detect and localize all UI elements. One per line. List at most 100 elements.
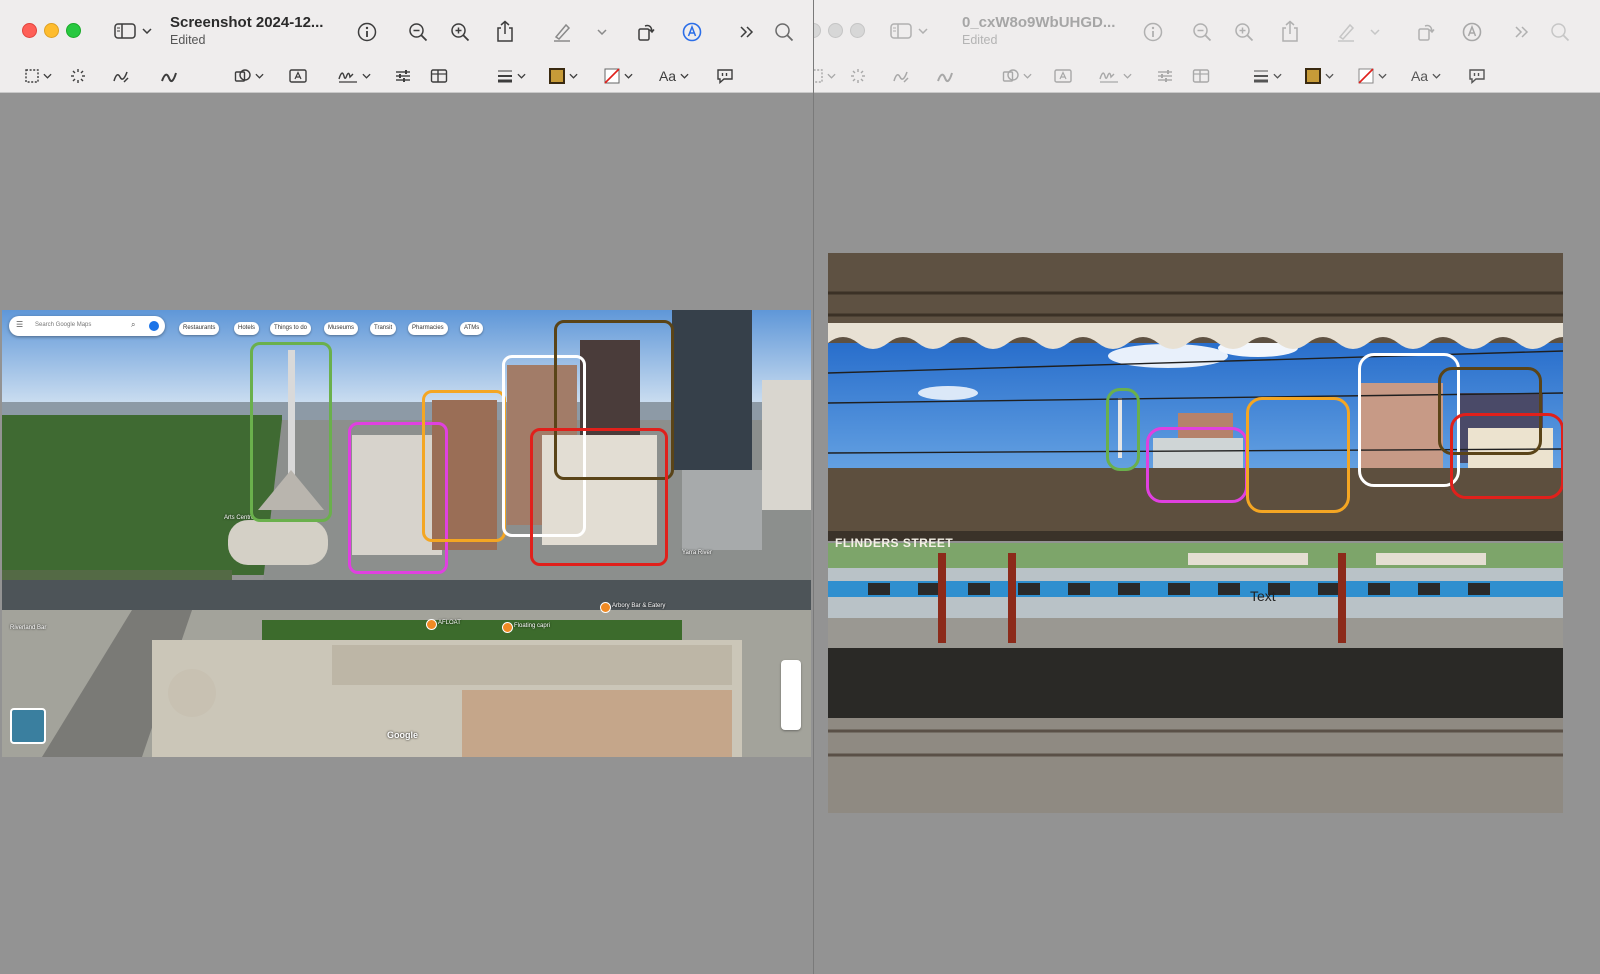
sketch-icon: [112, 68, 130, 84]
document-canvas: FLINDERS STREET Text: [814, 93, 1600, 974]
place-label: Floating capri: [514, 623, 551, 629]
zoom-in-button[interactable]: [1232, 20, 1256, 44]
sign-tool[interactable]: [335, 66, 373, 86]
adjust-color-tool[interactable]: [392, 66, 414, 86]
page-layout-tool[interactable]: [1190, 66, 1212, 86]
text-box-icon: [289, 68, 307, 84]
instant-alpha-tool[interactable]: [68, 66, 88, 86]
sidebar-toggle-button[interactable]: [886, 20, 932, 42]
highlight-button[interactable]: [1334, 20, 1358, 44]
markup-toolbar: Aa: [0, 66, 813, 86]
zoom-in-button[interactable]: [448, 20, 472, 44]
place-pin-icon[interactable]: [600, 602, 611, 613]
close-button[interactable]: [22, 23, 37, 38]
chip-hotels[interactable]: Hotels: [234, 322, 260, 335]
search-icon: [1550, 22, 1570, 42]
place-label: AFLOAT: [438, 620, 461, 626]
annotation-box-magenta[interactable]: [1146, 427, 1248, 503]
annotation-box-green[interactable]: [250, 342, 332, 522]
maps-search-placeholder: Search Google Maps: [35, 322, 92, 328]
shapes-tool[interactable]: [1000, 66, 1034, 86]
draw-tool[interactable]: [934, 66, 956, 86]
chip-atms[interactable]: ATMs: [460, 322, 484, 335]
preview-window-left: Screenshot 2024-12... Edited Aa ☰ Search…: [0, 0, 814, 974]
annotation-box-green[interactable]: [1106, 388, 1140, 471]
map-controls[interactable]: [781, 660, 801, 730]
highlight-menu-button[interactable]: [1369, 27, 1381, 37]
markup-button[interactable]: [1460, 20, 1484, 44]
zoom-button[interactable]: [850, 23, 865, 38]
titlebar: 0_cxW8o9WbUHGD... Edited Aa: [814, 0, 1600, 93]
sketch-tool[interactable]: [890, 66, 912, 86]
selection-icon: [814, 68, 824, 84]
shapes-tool[interactable]: [232, 66, 266, 86]
more-button[interactable]: [737, 22, 757, 42]
chevron-down-icon: [1378, 73, 1387, 79]
text-box-tool[interactable]: [287, 66, 309, 86]
annotation-box-orange[interactable]: [1246, 397, 1350, 513]
sign-tool[interactable]: [1096, 66, 1134, 86]
chevron-down-icon: [517, 73, 526, 79]
line-style-tool[interactable]: [494, 66, 528, 86]
border-color-tool[interactable]: [546, 66, 580, 86]
layers-button[interactable]: [10, 708, 46, 744]
line-style-icon: [496, 68, 514, 84]
zoom-out-button[interactable]: [406, 20, 430, 44]
zoom-button[interactable]: [66, 23, 81, 38]
info-button[interactable]: [355, 20, 379, 44]
search-button[interactable]: [1548, 20, 1572, 44]
fill-color-tool[interactable]: [600, 66, 636, 86]
place-pin-icon[interactable]: [502, 622, 513, 633]
markup-button[interactable]: [680, 20, 704, 44]
info-button[interactable]: [1141, 20, 1165, 44]
maps-search-box[interactable]: ☰ Search Google Maps ⌕: [9, 316, 165, 336]
adjust-color-icon: [1156, 68, 1174, 84]
line-style-tool[interactable]: [1250, 66, 1284, 86]
page-layout-tool[interactable]: [428, 66, 450, 86]
highlight-menu-button[interactable]: [596, 27, 608, 37]
chip-things-to-do[interactable]: Things to do: [270, 322, 312, 335]
annotation-box-orange[interactable]: [422, 390, 506, 542]
text-annotation[interactable]: Text: [1250, 588, 1276, 604]
annotation-box-red[interactable]: [1450, 413, 1563, 499]
chip-transit[interactable]: Transit: [370, 322, 397, 335]
chip-museums[interactable]: Museums: [324, 322, 359, 335]
note-tool[interactable]: [1466, 66, 1488, 86]
border-color-tool[interactable]: [1302, 66, 1336, 86]
place-pin-icon[interactable]: [426, 619, 437, 630]
zoom-out-button[interactable]: [1190, 20, 1214, 44]
rotate-icon: [1416, 22, 1436, 42]
fill-color-tool[interactable]: [1354, 66, 1390, 86]
window-subtitle: Edited: [170, 33, 206, 47]
adjust-color-tool[interactable]: [1154, 66, 1176, 86]
rotate-button[interactable]: [1414, 20, 1438, 44]
text-box-tool[interactable]: [1052, 66, 1074, 86]
minimize-button[interactable]: [828, 23, 843, 38]
instant-alpha-tool[interactable]: [848, 66, 868, 86]
search-button[interactable]: [772, 20, 796, 44]
directions-icon[interactable]: [149, 321, 159, 331]
border-color-icon: [1304, 68, 1321, 84]
draw-tool[interactable]: [158, 66, 180, 86]
share-button[interactable]: [493, 18, 517, 44]
font-tool[interactable]: Aa: [1408, 66, 1444, 86]
selection-tool[interactable]: [22, 66, 54, 86]
close-button[interactable]: [814, 23, 821, 38]
menu-icon[interactable]: ☰: [16, 320, 23, 329]
note-tool[interactable]: [714, 66, 736, 86]
selection-tool[interactable]: [814, 66, 838, 86]
chip-pharmacies[interactable]: Pharmacies: [408, 322, 448, 335]
rotate-button[interactable]: [634, 20, 658, 44]
annotation-box-red[interactable]: [530, 428, 668, 566]
share-button[interactable]: [1278, 18, 1302, 44]
window-subtitle: Edited: [962, 33, 998, 47]
sidebar-toggle-button[interactable]: [110, 20, 156, 42]
chip-restaurants[interactable]: Restaurants: [179, 322, 220, 335]
chevron-down-icon: [1370, 29, 1380, 35]
more-button[interactable]: [1512, 22, 1532, 42]
sketch-tool[interactable]: [110, 66, 132, 86]
font-tool[interactable]: Aa: [656, 66, 692, 86]
minimize-button[interactable]: [44, 23, 59, 38]
search-icon[interactable]: ⌕: [131, 320, 135, 330]
highlight-button[interactable]: [550, 20, 574, 44]
